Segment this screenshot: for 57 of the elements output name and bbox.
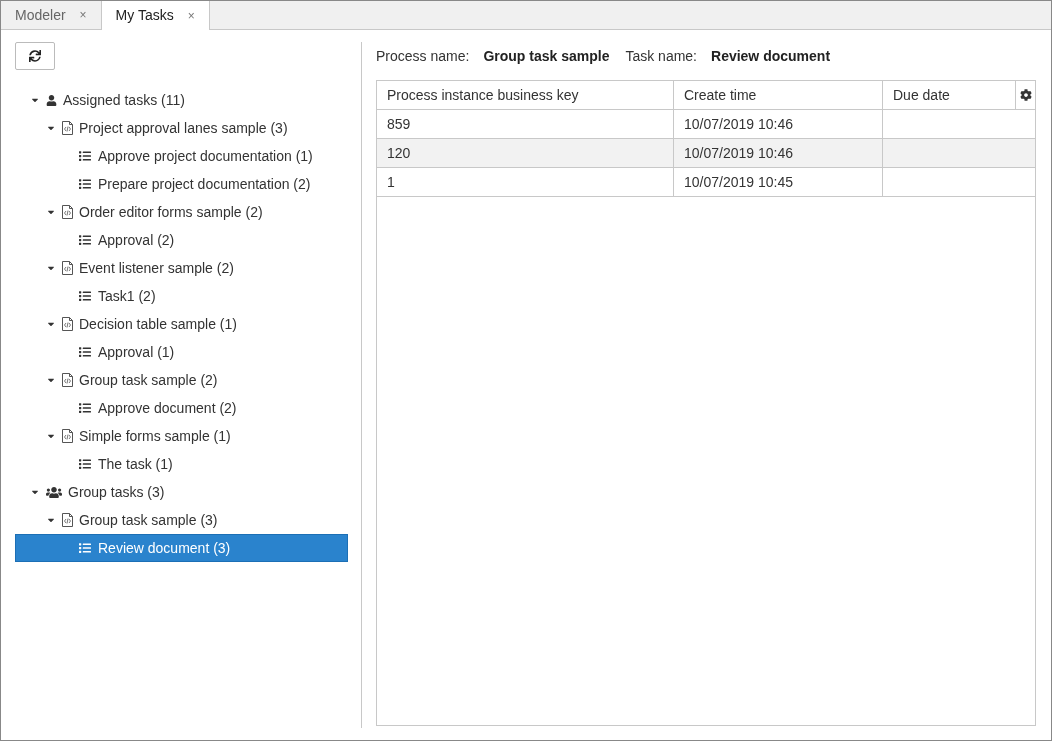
table-row[interactable]: 1 10/07/2019 10:45 (377, 168, 1035, 197)
column-header[interactable]: Process instance business key (377, 81, 674, 109)
list-icon (78, 178, 92, 190)
code-file-icon (62, 429, 73, 443)
list-icon (78, 150, 92, 162)
settings-icon[interactable] (1019, 89, 1032, 101)
tree-item[interactable]: Approval (2) (15, 226, 348, 254)
table-cell: 120 (377, 139, 674, 167)
refresh-icon (29, 50, 41, 62)
table-cell: 859 (377, 110, 674, 138)
table-cell: 10/07/2019 10:45 (674, 168, 883, 196)
tree-item[interactable]: Approve document (2) (15, 394, 348, 422)
tree-item[interactable]: Simple forms sample (1) (15, 422, 348, 450)
table-row[interactable]: 859 10/07/2019 10:46 (377, 110, 1035, 139)
code-file-icon (62, 317, 73, 331)
user-icon (46, 94, 57, 106)
refresh-button[interactable] (15, 42, 55, 70)
tree-item[interactable]: Group task sample (3) (15, 506, 348, 534)
code-file-icon (62, 205, 73, 219)
tree-item[interactable]: Decision table sample (1) (15, 310, 348, 338)
tree-item[interactable]: Order editor forms sample (2) (15, 198, 348, 226)
tree-item[interactable]: Approval (1) (15, 338, 348, 366)
tree-item[interactable]: Group task sample (2) (15, 366, 348, 394)
tab[interactable]: My Tasks × (101, 1, 210, 30)
field-label: Task name: (625, 46, 697, 66)
tree-item[interactable]: Task1 (2) (15, 282, 348, 310)
list-icon (78, 402, 92, 414)
close-button[interactable]: × (79, 6, 87, 24)
tree-item[interactable]: Event listener sample (2) (15, 254, 348, 282)
table-cell: 10/07/2019 10:46 (674, 139, 883, 167)
tab[interactable]: Modeler × (1, 1, 102, 29)
users-icon (46, 485, 62, 499)
tree-item[interactable]: Assigned tasks (11) (15, 86, 348, 114)
table-row[interactable]: 120 10/07/2019 10:46 (377, 139, 1035, 168)
column-header[interactable]: Create time (674, 81, 883, 109)
tree-item[interactable]: Group tasks (3) (15, 478, 348, 506)
code-file-icon (62, 513, 73, 527)
table-cell: 1 (377, 168, 674, 196)
field-value: Review document (711, 46, 831, 66)
tree-item[interactable]: Prepare project documentation (2) (15, 170, 348, 198)
field-value: Group task sample (483, 46, 610, 66)
close-button[interactable]: × (187, 6, 195, 25)
table-cell: 10/07/2019 10:46 (674, 110, 883, 138)
tree-item[interactable]: Review document (3) (15, 534, 348, 562)
tree-item[interactable]: The task (1) (15, 450, 348, 478)
field-label: Process name: (376, 46, 470, 66)
code-file-icon (62, 121, 73, 135)
list-icon (78, 458, 92, 470)
code-file-icon (62, 261, 73, 275)
list-icon (78, 234, 92, 246)
tree-item[interactable]: Project approval lanes sample (3) (15, 114, 348, 142)
list-icon (78, 542, 92, 554)
tree-item[interactable]: Approve project documentation (1) (15, 142, 348, 170)
list-icon (78, 346, 92, 358)
column-header[interactable]: Due date (883, 81, 1016, 109)
list-icon (78, 290, 92, 302)
code-file-icon (62, 373, 73, 387)
